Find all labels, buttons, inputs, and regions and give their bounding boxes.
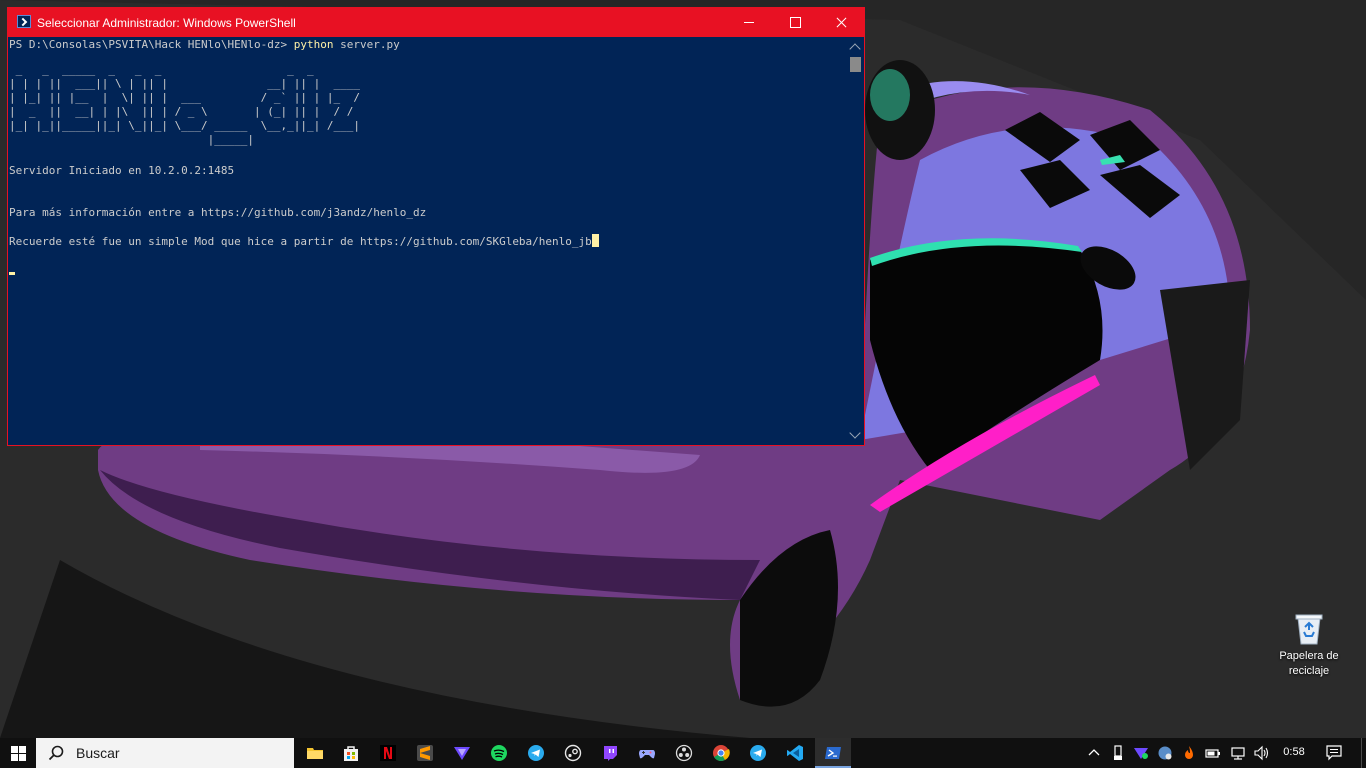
- window-titlebar[interactable]: Seleccionar Administrador: Windows Power…: [8, 8, 864, 37]
- minimize-button[interactable]: [726, 8, 772, 37]
- input-cursor: [9, 272, 15, 275]
- taskbar-netflix[interactable]: [370, 738, 406, 768]
- console-output[interactable]: PS D:\Consolas\PSVITA\Hack HENlo\HENlo-d…: [8, 37, 847, 445]
- taskbar-chrome[interactable]: [703, 738, 739, 768]
- search-icon: [48, 745, 64, 761]
- vscode-icon: [787, 745, 803, 761]
- taskbar-obs[interactable]: [666, 738, 702, 768]
- action-center-button[interactable]: [1318, 738, 1350, 768]
- powershell-icon: [825, 747, 841, 759]
- recycle-bin-label: Papelera de reciclaje: [1279, 650, 1339, 677]
- tray-vpn[interactable]: [1130, 738, 1152, 768]
- battery-icon: [1205, 749, 1220, 758]
- scroll-up-arrow-icon[interactable]: [849, 43, 861, 55]
- taskbar-microsoft-store[interactable]: [333, 738, 369, 768]
- sublime-text-icon: [417, 745, 433, 761]
- telegram-icon: [528, 745, 544, 761]
- tray-volume[interactable]: [1251, 738, 1273, 768]
- taskbar-telegram[interactable]: [518, 738, 554, 768]
- network-icon: [1231, 747, 1245, 760]
- taskbar-telegram-2[interactable]: [740, 738, 776, 768]
- game-controller-icon: [639, 750, 655, 759]
- tray-show-hidden[interactable]: [1083, 738, 1105, 768]
- taskbar-proton-vpn[interactable]: [444, 738, 480, 768]
- close-button[interactable]: [818, 8, 864, 37]
- powershell-window[interactable]: Seleccionar Administrador: Windows Power…: [7, 7, 865, 446]
- chevron-up-icon: [1088, 749, 1100, 756]
- vpn-shield-icon: [1134, 748, 1148, 759]
- usb-device-icon: [1114, 745, 1122, 760]
- tray-cloud[interactable]: [1154, 738, 1176, 768]
- taskbar-clock[interactable]: 0:58: [1279, 746, 1309, 758]
- notifications-icon: [1326, 745, 1342, 761]
- taskbar-twitch[interactable]: [592, 738, 628, 768]
- twitch-icon: [604, 746, 617, 761]
- vertical-scrollbar[interactable]: [847, 37, 864, 445]
- credit-line: Recuerde esté fue un simple Mod que hice…: [9, 234, 599, 249]
- obs-icon: [675, 744, 693, 762]
- taskbar-spotify[interactable]: [481, 738, 517, 768]
- taskbar-vscode[interactable]: [777, 738, 813, 768]
- taskbar-file-explorer[interactable]: [297, 738, 333, 768]
- microsoft-store-icon: [344, 746, 358, 761]
- tray-battery[interactable]: [1202, 738, 1224, 768]
- taskbar-steam[interactable]: [555, 738, 591, 768]
- netflix-icon: [380, 745, 396, 761]
- command-text: python: [293, 38, 334, 51]
- server-status-line: Servidor Iniciado en 10.2.0.2:1485: [9, 164, 235, 177]
- spotify-icon: [491, 745, 507, 761]
- volume-icon: [1254, 745, 1269, 761]
- taskbar-sublime-text[interactable]: [407, 738, 443, 768]
- recycle-bin-desktop-icon[interactable]: Papelera de reciclaje: [1268, 612, 1350, 679]
- windows-logo-icon: [11, 746, 26, 761]
- tray-flame-app[interactable]: [1178, 738, 1200, 768]
- tray-usb-device[interactable]: [1107, 738, 1129, 768]
- taskbar-game-controller[interactable]: [629, 738, 665, 768]
- taskbar: Buscar 0:58: [0, 738, 1366, 768]
- steam-icon: [564, 744, 582, 762]
- text-cursor: [591, 234, 599, 247]
- recycle-bin-icon: [1295, 614, 1323, 645]
- window-title: Seleccionar Administrador: Windows Power…: [37, 16, 296, 30]
- ascii-banner: _ _ _____ _ _ _ _ _ | | | || ___|| \ | |…: [9, 63, 360, 146]
- chrome-icon: [713, 745, 730, 761]
- show-desktop-button[interactable]: [1361, 738, 1366, 768]
- prompt-line: PS D:\Consolas\PSVITA\Hack HENlo\HENlo-d…: [9, 38, 400, 52]
- taskbar-search-box[interactable]: Buscar: [36, 738, 294, 768]
- powershell-icon: [17, 15, 31, 28]
- cloud-sync-icon: [1158, 746, 1172, 760]
- file-explorer-icon: [307, 748, 323, 759]
- maximize-button[interactable]: [772, 8, 818, 37]
- credit-text: Recuerde esté fue un simple Mod que hice…: [9, 235, 592, 248]
- telegram-icon: [750, 745, 766, 761]
- scrollbar-thumb[interactable]: [850, 57, 861, 72]
- search-placeholder: Buscar: [76, 745, 120, 761]
- taskbar-powershell[interactable]: [815, 738, 851, 768]
- info-line: Para más información entre a https://git…: [9, 206, 427, 219]
- tray-network[interactable]: [1227, 738, 1249, 768]
- prompt-text: PS D:\Consolas\PSVITA\Hack HENlo\HENlo-d…: [9, 38, 294, 51]
- proton-vpn-icon: [454, 747, 470, 760]
- scroll-down-arrow-icon[interactable]: [849, 427, 861, 439]
- command-args: server.py: [333, 38, 400, 51]
- start-button[interactable]: [0, 738, 36, 768]
- flame-icon: [1185, 746, 1193, 759]
